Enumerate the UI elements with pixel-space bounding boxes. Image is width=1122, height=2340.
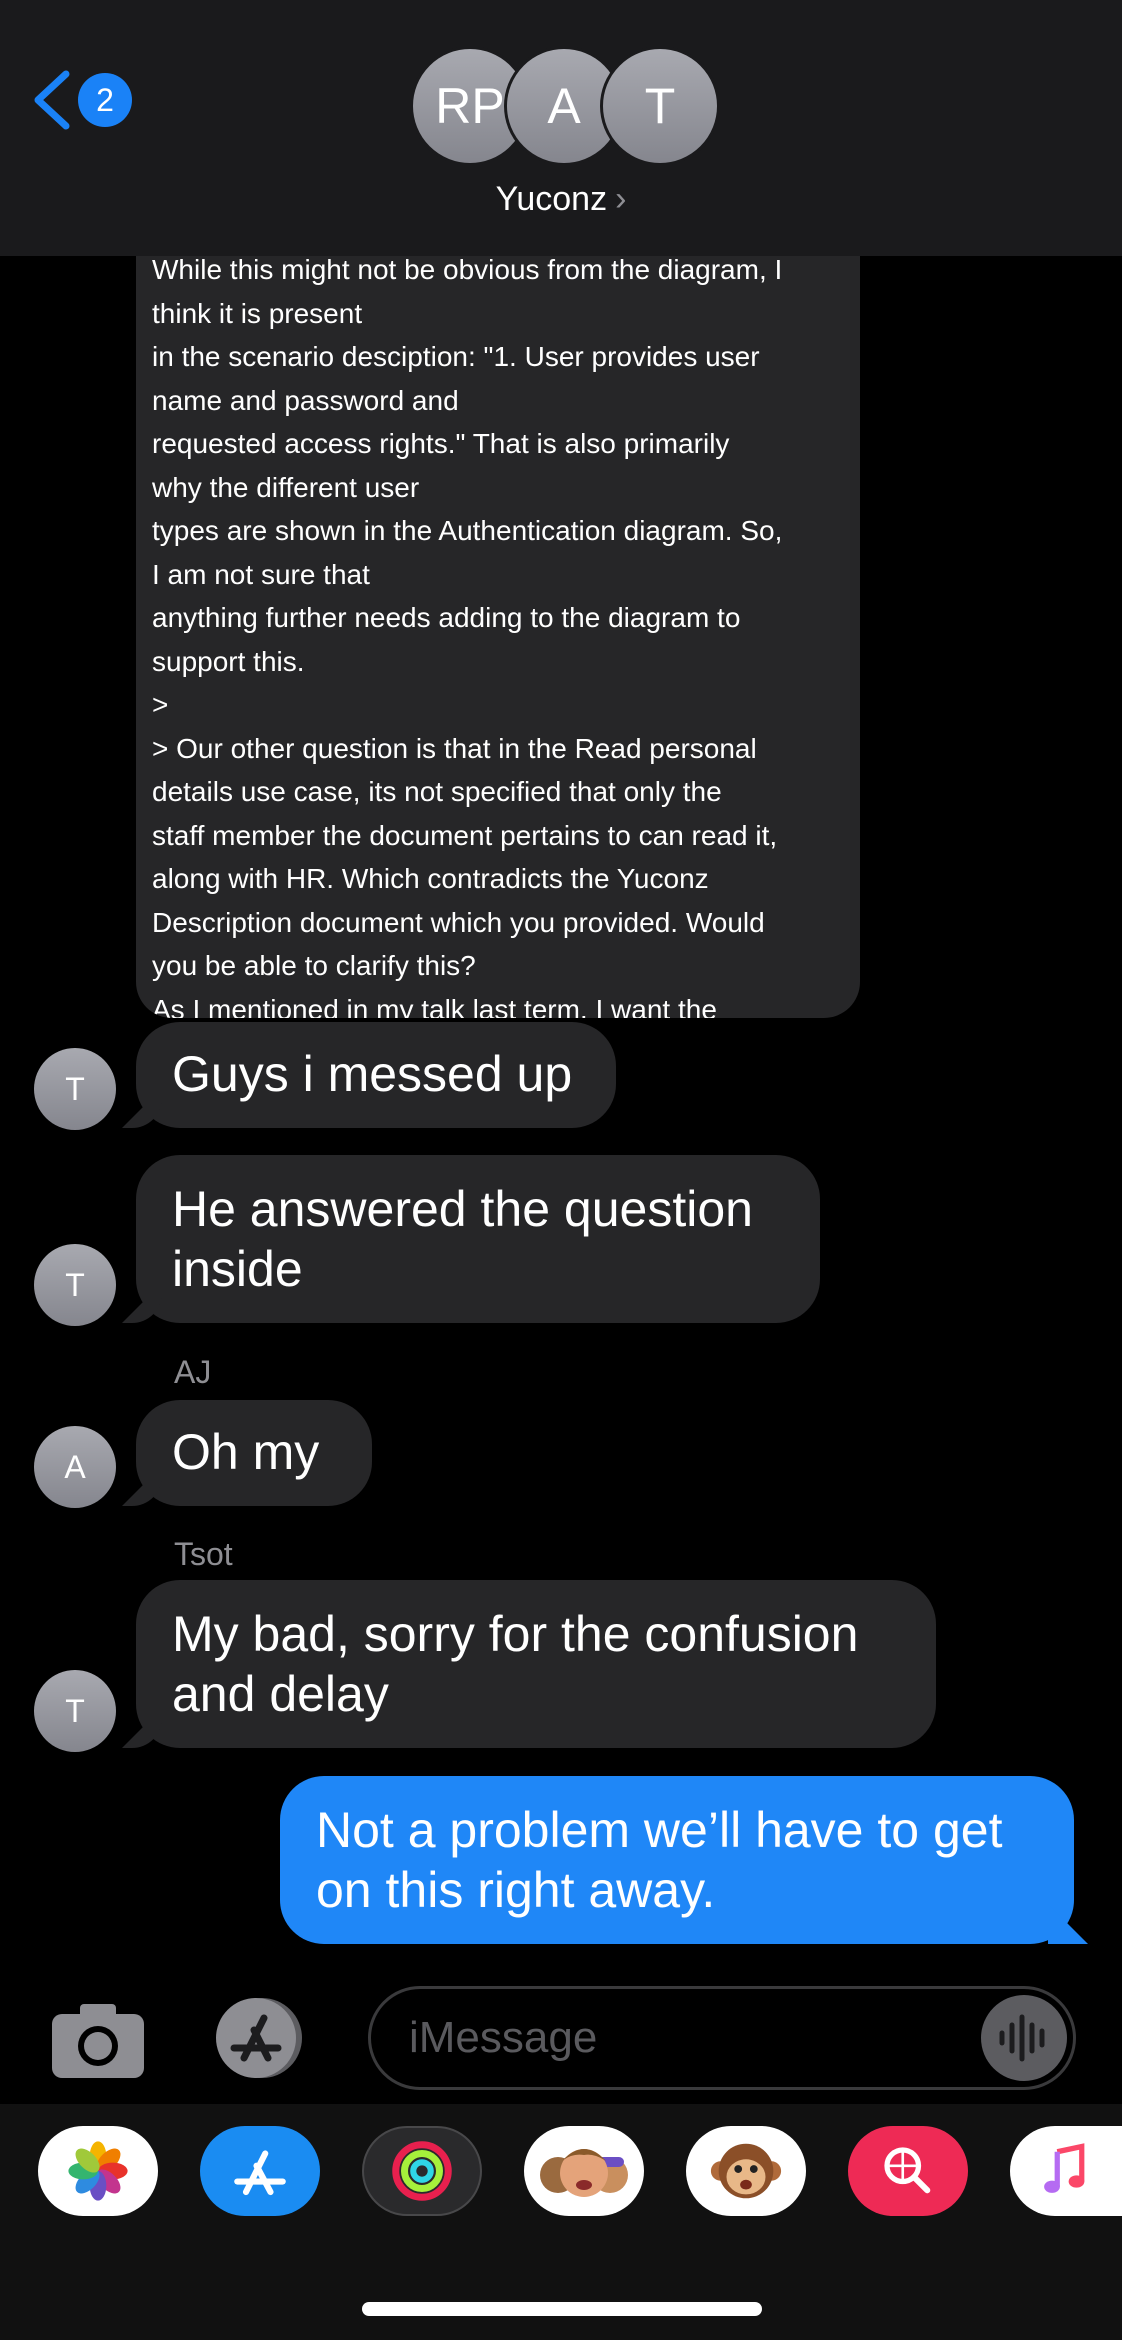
message-line: think it is present	[152, 297, 363, 329]
message-line: As I mentioned in my talk last term, I w…	[152, 993, 717, 1019]
message-line: you be able to clarify this?	[152, 950, 476, 981]
camera-button[interactable]	[50, 2000, 146, 2080]
group-avatars[interactable]: RP A T	[410, 46, 720, 170]
photos-icon	[68, 2141, 128, 2201]
message-line: >	[152, 689, 169, 720]
message-text: Guys i messed up	[172, 1046, 573, 1102]
message-input-placeholder: iMessage	[409, 2013, 598, 2062]
music-icon	[1044, 2143, 1085, 2193]
memoji-icon	[540, 2149, 628, 2197]
message-line: > Our other question is that in the Read…	[152, 732, 757, 764]
activity-app-button[interactable]	[362, 2126, 482, 2216]
chevron-left-icon	[34, 70, 70, 130]
activity-icon	[392, 2141, 452, 2201]
app-store-button[interactable]	[210, 1996, 310, 2080]
message-line: along with HR. Which contradicts the Yuc…	[152, 863, 709, 894]
message-line: anything further needs adding to the dia…	[152, 602, 741, 633]
message-bubble[interactable]: Oh my	[136, 1400, 372, 1506]
animoji-app-button[interactable]	[686, 2126, 806, 2216]
message-line: support this.	[152, 645, 305, 677]
message-bubble[interactable]: He answered the question inside	[136, 1155, 820, 1323]
message-line: requested access rights." That is also p…	[152, 428, 730, 459]
avatar: T	[600, 46, 720, 166]
sender-avatar[interactable]: T	[34, 1244, 116, 1326]
sender-avatar[interactable]: T	[34, 1048, 116, 1130]
message-bubble[interactable]: Guys i messed up	[136, 1022, 616, 1128]
conversation-header: 2 RP A T Yuconz ›	[0, 0, 1122, 256]
photos-app-button[interactable]	[38, 2126, 158, 2216]
message-bubble-long[interactable]: While this might not be obvious from the…	[136, 210, 860, 1018]
camera-icon	[52, 2004, 144, 2078]
animoji-monkey-icon	[710, 2143, 782, 2199]
message-bubble-outgoing[interactable]: Not a problem we’ll have to get on this …	[280, 1776, 1074, 1944]
app-store-icon	[234, 2150, 286, 2196]
audio-record-button[interactable]	[981, 1995, 1067, 2081]
message-line: in the scenario desciption: "1. User pro…	[152, 341, 760, 372]
memoji-app-button[interactable]	[524, 2126, 644, 2216]
group-name-label: Yuconz	[495, 180, 608, 218]
waveform-icon	[999, 2014, 1045, 2062]
message-line: Description document which you provided.…	[152, 906, 765, 938]
sender-avatar[interactable]: A	[34, 1426, 116, 1508]
group-name-button[interactable]: Yuconz ›	[0, 180, 1122, 219]
back-button[interactable]: 2	[30, 60, 140, 140]
message-line: I am not sure that	[152, 558, 370, 590]
music-app-button[interactable]	[1010, 2126, 1122, 2216]
message-line: name and password and	[152, 384, 459, 416]
message-text: Not a problem we’ll have to get on this …	[316, 1802, 1003, 1918]
message-line: details use case, its not specified that…	[152, 776, 722, 807]
app-store-app-button[interactable]	[200, 2126, 320, 2216]
message-text: Oh my	[172, 1424, 320, 1480]
message-line: why the different user	[152, 471, 420, 503]
message-bubble[interactable]: My bad, sorry for the confusion and dela…	[136, 1580, 936, 1748]
message-text: He answered the question inside	[172, 1181, 753, 1297]
sender-name: Tsot	[174, 1536, 233, 1572]
home-indicator[interactable]	[362, 2302, 762, 2316]
images-search-icon	[884, 2147, 931, 2194]
sender-avatar[interactable]: T	[34, 1670, 116, 1752]
chevron-right-icon: ›	[615, 180, 627, 218]
message-line: types are shown in the Authentication di…	[152, 515, 783, 546]
message-input[interactable]: iMessage	[368, 1986, 1076, 2090]
unread-count-badge: 2	[78, 73, 132, 127]
images-search-app-button[interactable]	[848, 2126, 968, 2216]
sender-name: AJ	[174, 1354, 212, 1390]
message-line: staff member the document pertains to ca…	[152, 819, 778, 851]
app-store-icon	[216, 1998, 302, 2078]
message-text: My bad, sorry for the confusion and dela…	[172, 1606, 859, 1722]
